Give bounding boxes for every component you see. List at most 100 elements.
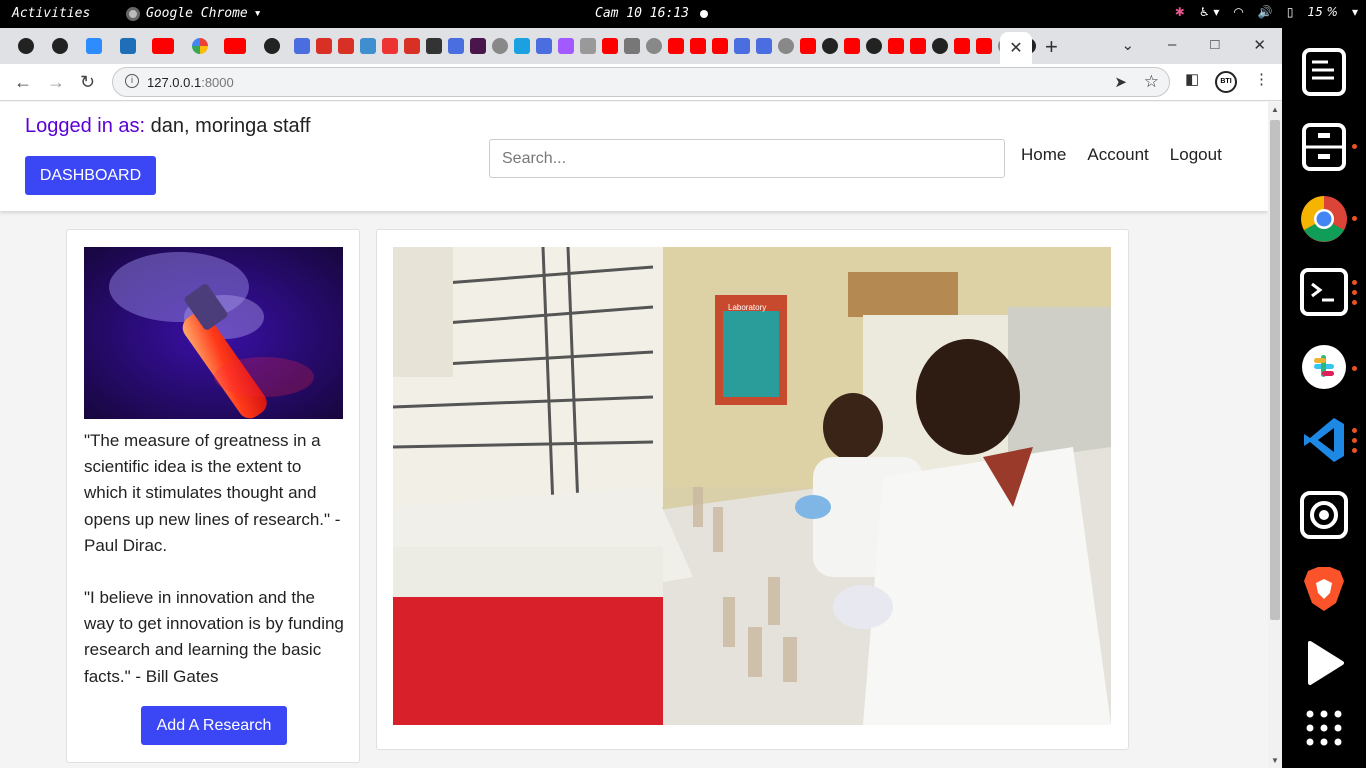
tab-favicon-youtube-icon[interactable]	[712, 38, 728, 54]
address-url: 127.0.0.1:8000	[147, 75, 234, 90]
profile-avatar[interactable]: BTI	[1215, 71, 1237, 93]
nav-home-link[interactable]: Home	[1021, 145, 1066, 165]
minimize-icon[interactable]: –	[1168, 36, 1176, 54]
chrome-icon[interactable]	[1300, 195, 1348, 243]
back-arrow-icon[interactable]: ←	[14, 72, 32, 93]
notification-dot-icon	[700, 10, 708, 18]
tab-favicon-gmail-icon[interactable]	[404, 38, 420, 54]
activities-button[interactable]: Activities	[12, 6, 90, 21]
app-grid-icon[interactable]	[1300, 704, 1348, 752]
slack-icon[interactable]	[1300, 343, 1348, 391]
tab-favicon-github-icon[interactable]	[264, 38, 280, 54]
tab-favicon-youtube-icon[interactable]	[800, 38, 816, 54]
brave-icon[interactable]	[1300, 565, 1348, 613]
tab-favicon-icon[interactable]	[756, 38, 772, 54]
tab-favicon-google-icon[interactable]	[192, 38, 208, 54]
tab-favicon-icon[interactable]	[778, 38, 794, 54]
tab-favicon-icon[interactable]	[360, 38, 376, 54]
dashboard-button[interactable]: DASHBOARD	[25, 156, 156, 195]
page-viewport: Logged in as: dan, moringa staff DASHBOA…	[0, 102, 1268, 768]
tab-favicon-icon[interactable]	[426, 38, 442, 54]
system-top-bar: Activities Google Chrome ▾ Cam 10 16:13 …	[0, 0, 1366, 28]
screen-recorder-icon[interactable]	[1300, 491, 1348, 539]
tab-favicon-icon[interactable]	[294, 38, 310, 54]
tab-search-icon[interactable]: ⌄	[1121, 36, 1134, 54]
terminal-icon[interactable]	[1300, 268, 1348, 316]
send-to-device-icon[interactable]: ➤	[1114, 73, 1127, 91]
system-tray[interactable]: ✱ ♿ ▾ ◠ 🔊 ▯ 15 % ▾	[1175, 5, 1358, 19]
accessibility-icon[interactable]: ♿ ▾	[1199, 5, 1220, 19]
active-tab[interactable]: ✕	[1000, 32, 1032, 64]
text-editor-icon[interactable]	[1300, 48, 1348, 96]
running-indicator-icon	[1352, 428, 1357, 433]
scroll-up-icon[interactable]: ▲	[1271, 105, 1279, 114]
tab-favicon-icon[interactable]	[514, 38, 530, 54]
tab-strip: ✕ + ⌄ – □ ✕	[0, 28, 1282, 64]
tab-favicon-github-hex-icon[interactable]	[52, 38, 68, 54]
app-menu-label: Google Chrome	[146, 6, 248, 21]
address-bar[interactable]: i 127.0.0.1:8000 ➤ ☆	[112, 67, 1170, 97]
tab-favicon-icon[interactable]	[120, 38, 136, 54]
url-port: :8000	[201, 75, 234, 90]
tab-favicon-icon[interactable]	[734, 38, 750, 54]
bookmark-star-icon[interactable]: ☆	[1144, 72, 1159, 92]
nav-logout-link[interactable]: Logout	[1170, 145, 1222, 165]
tab-favicon-icon[interactable]	[492, 38, 508, 54]
tab-favicon-figma-icon[interactable]	[558, 38, 574, 54]
app-menu[interactable]: Google Chrome ▾	[126, 6, 262, 21]
tab-favicon-gmail-icon[interactable]	[338, 38, 354, 54]
tab-favicon-github-hex-icon[interactable]	[18, 38, 34, 54]
scrollbar-thumb[interactable]	[1270, 120, 1280, 620]
running-indicator-icon	[1352, 448, 1357, 453]
nav-account-link[interactable]: Account	[1087, 145, 1148, 165]
tab-favicon-icon[interactable]	[536, 38, 552, 54]
tab-favicon-icon[interactable]	[646, 38, 662, 54]
search-input[interactable]	[489, 139, 1005, 178]
volume-icon[interactable]: 🔊	[1258, 5, 1273, 19]
tab-favicon-github-icon[interactable]	[866, 38, 882, 54]
new-tab-button[interactable]: +	[1045, 34, 1058, 60]
tab-favicon-slack-icon[interactable]	[470, 38, 486, 54]
tab-favicon-zoom-icon[interactable]	[86, 38, 102, 54]
slack-tray-icon[interactable]: ✱	[1175, 5, 1185, 19]
scroll-down-icon[interactable]: ▼	[1271, 756, 1279, 765]
tab-favicon-youtube-icon[interactable]	[888, 38, 904, 54]
reload-icon[interactable]: ↻	[80, 72, 95, 93]
add-research-button[interactable]: Add A Research	[141, 706, 287, 745]
site-info-icon[interactable]: i	[125, 74, 139, 88]
tab-favicon-youtube-icon[interactable]	[602, 38, 618, 54]
side-panel-icon[interactable]: ◧	[1185, 70, 1199, 88]
site-nav: Home Account Logout	[1021, 145, 1222, 165]
tab-favicon-youtube-icon[interactable]	[224, 38, 246, 54]
chevron-down-icon[interactable]: ▾	[1352, 5, 1358, 19]
video-player-icon[interactable]	[1300, 639, 1348, 687]
maximize-icon[interactable]: □	[1210, 36, 1219, 54]
tab-favicon-youtube-icon[interactable]	[976, 38, 992, 54]
tab-favicon-icon[interactable]	[448, 38, 464, 54]
pinned-tabs[interactable]	[18, 36, 1036, 56]
menu-kebab-icon[interactable]: ⋮	[1254, 70, 1269, 88]
tab-favicon-github-icon[interactable]	[822, 38, 838, 54]
tab-favicon-youtube-icon[interactable]	[690, 38, 706, 54]
battery-icon[interactable]: ▯	[1287, 5, 1294, 19]
vscode-icon[interactable]	[1300, 416, 1348, 464]
page-scrollbar[interactable]: ▲ ▼	[1268, 102, 1282, 768]
tab-favicon-icon[interactable]	[624, 38, 640, 54]
tab-favicon-youtube-icon[interactable]	[668, 38, 684, 54]
close-tab-icon[interactable]: ✕	[1009, 38, 1022, 58]
tab-favicon-youtube-icon[interactable]	[910, 38, 926, 54]
clock[interactable]: Cam 10 16:13	[595, 6, 689, 21]
running-indicator-icon	[1352, 144, 1357, 149]
tab-favicon-youtube-icon[interactable]	[152, 38, 174, 54]
tab-favicon-gmail-icon[interactable]	[316, 38, 332, 54]
quote-dirac: "The measure of greatness in a scientifi…	[84, 431, 341, 555]
tab-favicon-youtube-icon[interactable]	[844, 38, 860, 54]
forward-arrow-icon[interactable]: →	[47, 72, 65, 93]
close-window-icon[interactable]: ✕	[1253, 36, 1266, 54]
tab-favicon-youtube-icon[interactable]	[954, 38, 970, 54]
wifi-icon[interactable]: ◠	[1233, 5, 1243, 19]
tab-favicon-icon[interactable]	[382, 38, 398, 54]
file-cabinet-icon[interactable]	[1300, 123, 1348, 171]
tab-favicon-github-icon[interactable]	[932, 38, 948, 54]
tab-favicon-icon[interactable]	[580, 38, 596, 54]
